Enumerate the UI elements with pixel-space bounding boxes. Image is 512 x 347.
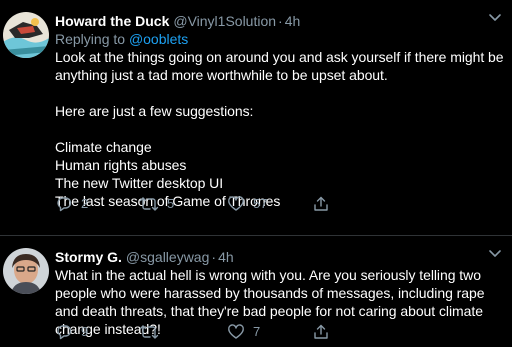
timestamp[interactable]: 4h [218,249,234,265]
share-icon [314,196,328,211]
retweet-icon [139,325,159,339]
suggestion-item: Human rights abuses [55,157,187,173]
share-button[interactable] [312,194,330,214]
retweet-button[interactable]: 5 [139,194,174,214]
tweet-paragraph: Look at the things going on around you a… [55,49,504,83]
chevron-down-icon[interactable] [486,8,504,26]
avatar[interactable] [3,248,49,294]
share-icon [314,324,328,339]
display-name[interactable]: Stormy G. [55,249,122,265]
display-name[interactable]: Howard the Duck [55,13,169,29]
reply-prefix: Replying to [55,31,126,47]
user-handle[interactable]: @Vinyl1Solution [173,13,276,29]
reply-button[interactable]: 9 [55,322,88,342]
reply-count: 2 [81,196,89,211]
reply-to-link[interactable]: @ooblets [129,31,188,47]
heart-icon [228,324,244,339]
retweet-count: 5 [167,196,175,211]
tweet-paragraph: Here are just a few suggestions: [55,103,254,119]
reply-icon [57,325,72,340]
tweet-text: Look at the things going on around you a… [55,48,504,210]
reply-count: 9 [81,324,89,339]
reply-context: Replying to @ooblets [55,30,504,48]
user-handle[interactable]: @sgalleywag [126,249,209,265]
suggestion-item: Climate change [55,139,152,155]
separator-dot: · [278,13,283,29]
separator-dot: · [211,249,217,265]
like-count: 57 [253,196,268,211]
like-button[interactable]: 7 [227,322,260,342]
reply-button[interactable]: 2 [55,194,88,214]
avatar-image [3,248,49,294]
timestamp[interactable]: 4h [285,13,301,29]
tweet-actions: 9 7 [0,322,512,342]
avatar[interactable] [3,12,49,58]
tweet[interactable]: Howard the Duck @Vinyl1Solution · 4h Replyi… [0,0,512,236]
suggestion-item: The new Twitter desktop UI [55,175,224,191]
tweet[interactable]: Stormy G. @sgalleywag · 4h What in the actu… [0,236,512,347]
reply-icon [57,197,72,212]
retweet-icon [139,197,159,211]
like-count: 7 [253,324,261,339]
heart-icon [228,196,244,211]
chevron-down-icon[interactable] [486,244,504,262]
tweet-actions: 2 5 57 [0,194,512,214]
like-button[interactable]: 57 [227,194,267,214]
retweet-button[interactable] [139,322,167,342]
share-button[interactable] [312,322,330,342]
avatar-image [3,12,49,58]
